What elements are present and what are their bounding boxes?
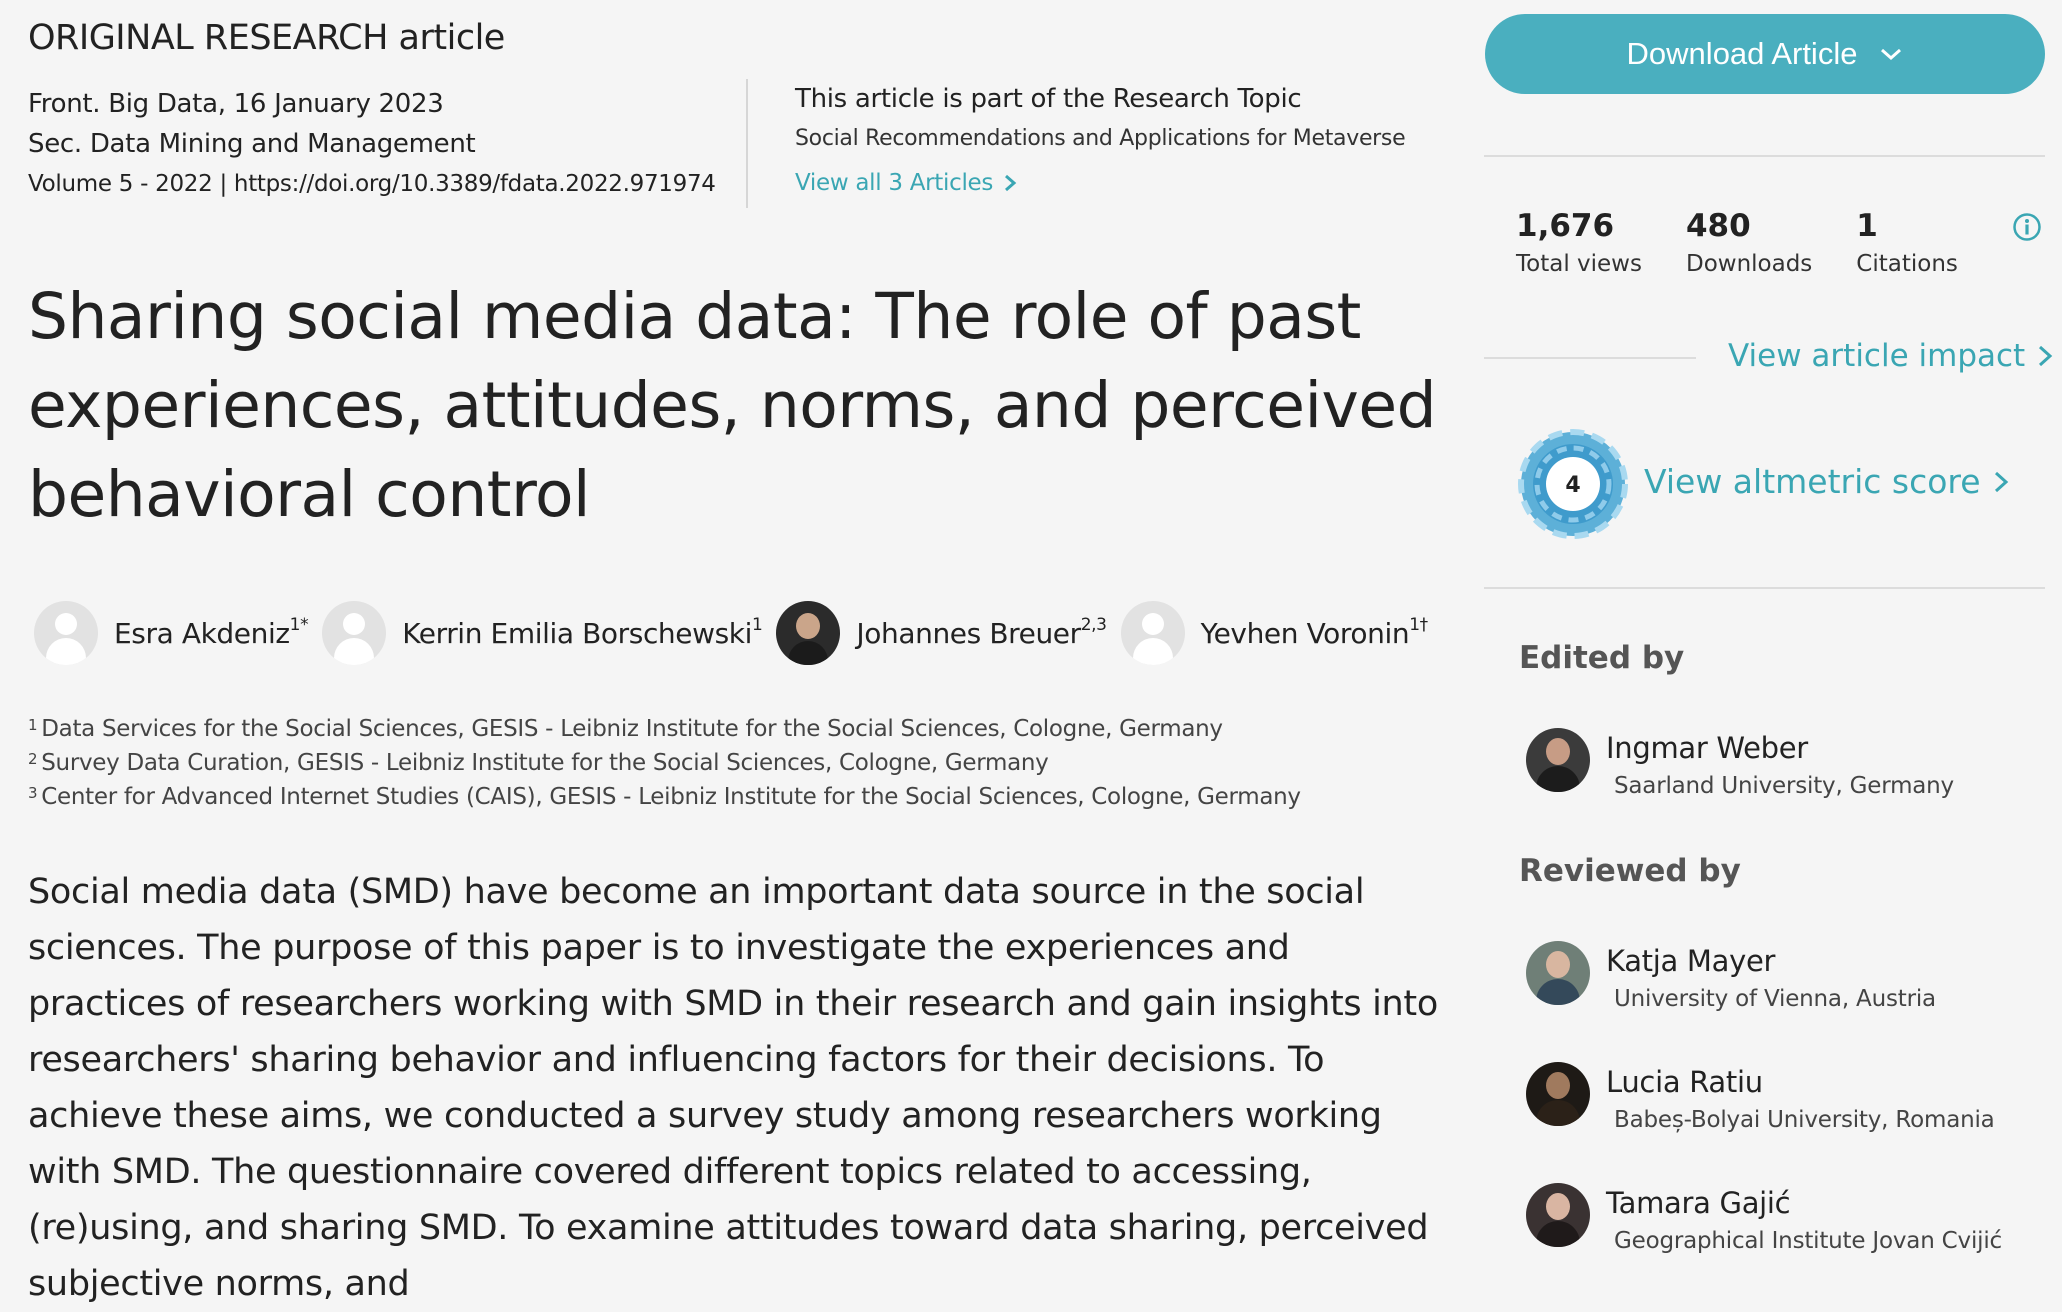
volume-label: Volume 5 - 2022 | [28, 171, 227, 197]
editor-name-link[interactable]: Ingmar Weber [1606, 728, 1954, 768]
chevron-right-icon [1994, 471, 2008, 492]
stat-total-views: 1,676 Total views [1516, 208, 1642, 277]
abstract-text: Social media data (SMD) have become an i… [28, 872, 1438, 1304]
edited-by-heading: Edited by [1519, 640, 1685, 676]
author-voronin[interactable]: Yevhen Voronin1† [1120, 601, 1429, 665]
divider [1484, 155, 2045, 157]
altmetric-score: 4 [1565, 473, 1580, 498]
view-altmetric-score-link[interactable]: View altmetric score [1644, 462, 2009, 501]
author-affiliation-marker: 1* [289, 614, 309, 635]
reviewer-item: Tamara Gajić Geographical Institute Jova… [1526, 1183, 2002, 1259]
reviewer-affiliation: Babeș-Bolyai University, Romania [1614, 1107, 1995, 1133]
avatar [1526, 1062, 1590, 1126]
author-akdeniz[interactable]: Esra Akdeniz1* [34, 601, 309, 665]
affiliation-list: 1 Data Services for the Social Sciences, … [28, 712, 1301, 814]
reviewer-name-link[interactable]: Katja Mayer [1606, 941, 1936, 981]
author-name: Yevhen Voronin1† [1200, 614, 1429, 650]
reviewed-by-heading: Reviewed by [1519, 853, 1741, 889]
chevron-right-icon [2039, 345, 2053, 367]
view-all-articles-label: View all 3 Articles [795, 170, 994, 196]
journal-date: Front. Big Data, 16 January 2023 [28, 89, 444, 119]
author-borschewski[interactable]: Kerrin Emilia Borschewski1 [322, 601, 763, 665]
research-topic: This article is part of the Research Top… [795, 80, 1435, 206]
avatar-placeholder-icon [34, 601, 98, 665]
divider [1484, 357, 1696, 359]
avatar [1526, 728, 1590, 792]
author-name: Esra Akdeniz1* [114, 614, 309, 650]
view-all-articles-link[interactable]: View all 3 Articles [795, 160, 1435, 206]
volume-doi: Volume 5 - 2022 | https://doi.org/10.338… [28, 164, 728, 204]
reviewer-name-link[interactable]: Tamara Gajić [1606, 1183, 2002, 1223]
stat-downloads: 480 Downloads [1685, 208, 1813, 277]
chevron-down-icon [1881, 48, 1902, 61]
article-stats: 1,676 Total views 480 Downloads 1 Citati… [1516, 205, 1958, 281]
avatar [776, 601, 841, 665]
divider [1484, 587, 2045, 589]
view-altmetric-score-label: View altmetric score [1644, 462, 1981, 501]
author-affiliation-marker: 2,3 [1080, 614, 1107, 635]
research-topic-intro: This article is part of the Research Top… [795, 84, 1302, 114]
article-title: Sharing social media data: The role of p… [28, 280, 1437, 531]
section-link[interactable]: Sec. Data Mining and Management [28, 124, 728, 164]
reviewer-item: Lucia Ratiu Babeș-Bolyai University, Rom… [1526, 1062, 1995, 1138]
avatar [1526, 941, 1590, 1005]
avatar [1526, 1183, 1590, 1247]
download-article-label: Download Article [1626, 36, 1858, 71]
reviewer-name-link[interactable]: Lucia Ratiu [1606, 1062, 1995, 1102]
article-meta: Front. Big Data, 16 January 2023 Sec. Da… [28, 84, 728, 204]
affiliation-item: 2 Survey Data Curation, GESIS - Leibniz I… [28, 750, 1049, 776]
altmetric-donut-icon[interactable]: 4 [1514, 425, 1632, 543]
avatar-placeholder-icon [1120, 601, 1185, 665]
download-article-button[interactable]: Download Article [1485, 14, 2045, 94]
author-name: Johannes Breuer2,3 [856, 614, 1107, 650]
research-topic-name[interactable]: Social Recommendations and Applications … [795, 118, 1435, 160]
author-name: Kerrin Emilia Borschewski1 [402, 614, 763, 650]
author-breuer[interactable]: Johannes Breuer2,3 [776, 601, 1107, 665]
editor-affiliation: Saarland University, Germany [1614, 773, 1954, 799]
affiliation-item: 3 Center for Advanced Internet Studies (C… [28, 784, 1301, 810]
view-article-impact-link[interactable]: View article impact [1728, 338, 2053, 374]
doi-link[interactable]: https://doi.org/10.3389/fdata.2022.97197… [234, 171, 716, 197]
chevron-right-icon [1005, 174, 1017, 192]
article-type-label: ORIGINAL RESEARCH article [28, 18, 505, 58]
stat-citations: 1 Citations [1856, 208, 1958, 277]
author-affiliation-marker: 1† [1409, 614, 1428, 635]
reviewer-affiliation: University of Vienna, Austria [1614, 986, 1936, 1012]
info-icon[interactable] [2012, 212, 2042, 242]
editor-item: Ingmar Weber Saarland University, German… [1526, 728, 1954, 804]
view-article-impact-label: View article impact [1728, 338, 2026, 374]
topic-divider [746, 79, 748, 208]
author-list: Esra Akdeniz1* Kerrin Emilia Borschewski… [34, 598, 1442, 668]
reviewer-item: Katja Mayer University of Vienna, Austri… [1526, 941, 1936, 1017]
avatar-placeholder-icon [322, 601, 387, 665]
author-affiliation-marker: 1 [752, 614, 763, 635]
affiliation-item: 1 Data Services for the Social Sciences, … [28, 716, 1223, 742]
